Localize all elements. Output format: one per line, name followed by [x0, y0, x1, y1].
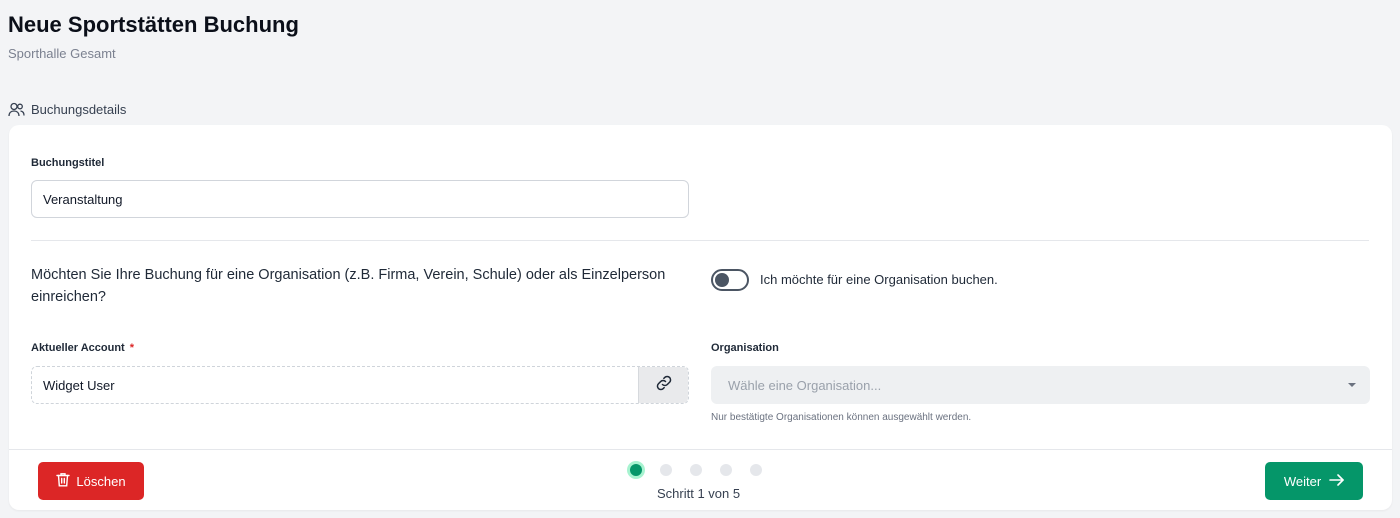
organisation-toggle-label: Ich möchte für eine Organisation buchen. [760, 272, 998, 287]
organisation-placeholder: Wähle eine Organisation... [728, 377, 882, 393]
step-indicator [630, 464, 762, 476]
delete-button[interactable]: Löschen [38, 462, 144, 500]
required-mark: * [129, 342, 135, 354]
trash-icon [56, 472, 71, 490]
step-dot [690, 464, 702, 476]
delete-button-label: Löschen [76, 473, 126, 489]
organisation-question: Möchten Sie Ihre Buchung für eine Organi… [31, 267, 666, 305]
step-text: Schritt 1 von 5 [657, 486, 741, 501]
link-account-button[interactable] [638, 367, 688, 403]
account-input-group: Widget User [31, 366, 689, 404]
step-dot [720, 464, 732, 476]
account-value[interactable]: Widget User [32, 367, 638, 403]
toggle-knob [715, 273, 729, 287]
page-title: Neue Sportstätten Buchung [8, 12, 299, 37]
next-button-label: Weiter [1283, 473, 1322, 489]
organisation-toggle[interactable] [711, 269, 749, 291]
title-field-label: Buchungstitel [31, 157, 105, 169]
section-label-text: Buchungsdetails [31, 102, 127, 117]
step-dot [660, 464, 672, 476]
step-dot [750, 464, 762, 476]
account-label-text: Aktueller Account [31, 342, 125, 354]
arrow-right-icon [1329, 473, 1344, 489]
card-footer: Löschen Schritt 1 von 5 Weiter [9, 449, 1392, 510]
users-icon [8, 102, 25, 117]
step-dot [630, 464, 642, 476]
account-field-label: Aktueller Account * [31, 342, 134, 354]
chevron-down-icon [1348, 383, 1356, 387]
title-input[interactable] [31, 180, 689, 218]
organisation-field-label: Organisation [711, 342, 779, 354]
organisation-hint: Nur bestätigte Organisationen können aus… [711, 412, 972, 423]
organisation-select[interactable]: Wähle eine Organisation... [711, 366, 1370, 404]
page-subtitle: Sporthalle Gesamt [8, 46, 116, 61]
booking-card: Buchungstitel Möchten Sie Ihre Buchung f… [9, 125, 1392, 510]
next-button[interactable]: Weiter [1265, 462, 1363, 500]
divider [31, 240, 1369, 241]
section-header: Buchungsdetails [8, 102, 126, 117]
link-icon [655, 374, 673, 397]
